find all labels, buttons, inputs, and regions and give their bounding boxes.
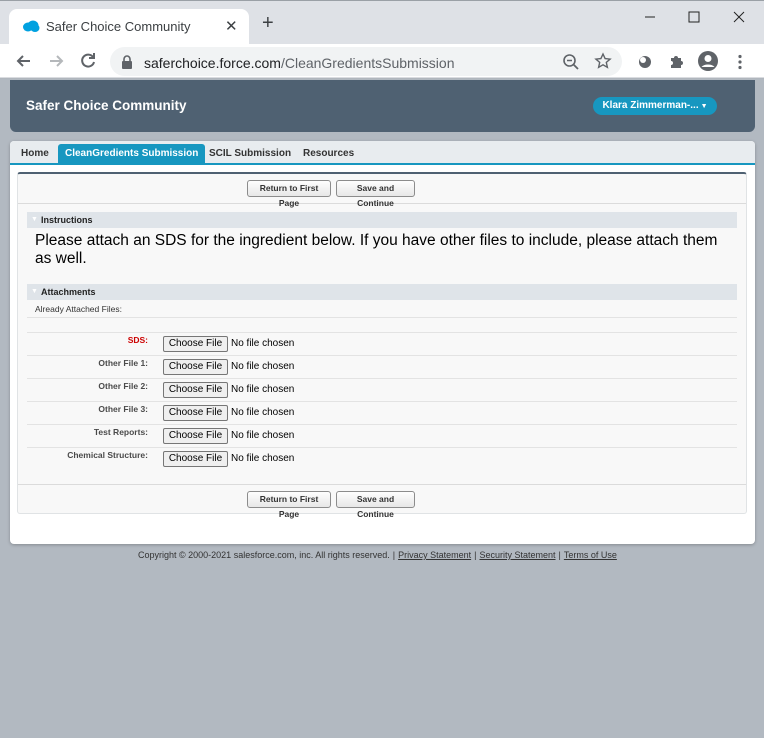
field-label: Chemical Structure: — [67, 450, 148, 460]
tab-home[interactable]: Home — [14, 144, 56, 164]
choose-file-button[interactable]: Choose File — [163, 336, 228, 352]
field-label: Test Reports: — [93, 427, 148, 437]
top-button-row: Return to First Page Save and Continue — [18, 174, 746, 208]
security-statement-link[interactable]: Security Statement — [479, 550, 555, 560]
file-row-other-2: Other File 2: Choose File No file chosen — [27, 379, 737, 402]
divider — [27, 317, 737, 318]
salesforce-cloud-icon — [23, 20, 40, 32]
choose-file-button[interactable]: Choose File — [163, 405, 228, 421]
browser-toolbar: saferchoice.force.com/CleanGredientsSubm… — [0, 44, 764, 78]
file-status: No file chosen — [231, 453, 295, 464]
lock-icon — [122, 55, 132, 69]
extension-circle-icon[interactable] — [635, 52, 655, 72]
browser-tab[interactable]: Safer Choice Community ✕ — [9, 9, 249, 45]
browser-titlebar: Safer Choice Community ✕ + — [0, 0, 764, 45]
save-continue-button[interactable]: Save and Continue — [336, 491, 415, 519]
tab-scil-submission[interactable]: SCIL Submission — [202, 144, 298, 164]
file-status: No file chosen — [231, 338, 295, 349]
tab-title: Safer Choice Community — [46, 19, 191, 34]
copyright-text: Copyright © 2000-2021 salesforce.com, in… — [138, 550, 390, 560]
bottom-button-row: Return to First Page Save and Continue — [18, 484, 746, 519]
reload-icon[interactable] — [78, 51, 98, 71]
web-page: Safer Choice Community Klara Zimmerman-.… — [0, 79, 764, 738]
file-status: No file chosen — [231, 430, 295, 441]
maximize-icon[interactable] — [684, 9, 704, 25]
forward-arrow-icon[interactable] — [46, 51, 66, 71]
file-row-other-3: Other File 3: Choose File No file chosen — [27, 402, 737, 425]
content-card: Home CleanGredients Submission SCIL Subm… — [10, 141, 755, 544]
file-row-test-reports: Test Reports: Choose File No file chosen — [27, 425, 737, 448]
collapse-triangle-icon: ▼ — [31, 216, 38, 223]
collapse-triangle-icon: ▼ — [31, 288, 38, 295]
address-bar[interactable]: saferchoice.force.com/CleanGredientsSubm… — [110, 47, 622, 76]
profile-avatar-icon[interactable] — [697, 50, 719, 72]
chevron-down-icon: ▼ — [700, 103, 708, 110]
return-first-page-button[interactable]: Return to First Page — [247, 180, 331, 208]
terms-of-use-link[interactable]: Terms of Use — [564, 550, 617, 560]
zoom-out-icon[interactable] — [562, 53, 580, 71]
minimize-icon[interactable] — [640, 9, 660, 25]
site-title: Safer Choice Community — [26, 98, 187, 113]
field-label: Other File 3: — [98, 404, 148, 414]
tab-resources[interactable]: Resources — [296, 144, 361, 164]
choose-file-button[interactable]: Choose File — [163, 428, 228, 444]
field-label: Other File 2: — [98, 381, 148, 391]
url-text: saferchoice.force.com/CleanGredientsSubm… — [144, 55, 455, 71]
field-label: SDS: — [127, 335, 148, 345]
return-first-page-button[interactable]: Return to First Page — [247, 491, 331, 519]
file-row-other-1: Other File 1: Choose File No file chosen — [27, 356, 737, 379]
bookmark-star-icon[interactable] — [594, 52, 612, 70]
close-window-icon[interactable] — [729, 9, 749, 25]
instructions-section-header[interactable]: ▼ Instructions — [27, 212, 737, 228]
file-row-chemical-structure: Chemical Structure: Choose File No file … — [27, 448, 737, 471]
new-tab-icon[interactable]: + — [262, 13, 274, 33]
site-header: Safer Choice Community Klara Zimmerman-.… — [10, 80, 755, 132]
attachments-section-header[interactable]: ▼ Attachments — [27, 284, 737, 300]
more-menu-icon[interactable] — [730, 52, 750, 72]
choose-file-button[interactable]: Choose File — [163, 451, 228, 467]
user-menu-button[interactable]: Klara Zimmerman-... ▼ — [593, 97, 717, 115]
extensions-puzzle-icon[interactable] — [666, 52, 686, 72]
field-label: Other File 1: — [98, 358, 148, 368]
page-footer: Copyright © 2000-2021 salesforce.com, in… — [138, 550, 617, 560]
nav-tabbar: Home CleanGredients Submission SCIL Subm… — [10, 141, 755, 165]
save-continue-button[interactable]: Save and Continue — [336, 180, 415, 208]
file-status: No file chosen — [231, 407, 295, 418]
close-tab-icon[interactable]: ✕ — [225, 17, 238, 35]
instructions-text: Please attach an SDS for the ingredient … — [35, 232, 718, 267]
file-row-sds: SDS: Choose File No file chosen — [27, 333, 737, 356]
already-attached-label: Already Attached Files: — [35, 304, 122, 314]
back-arrow-icon[interactable] — [14, 51, 34, 71]
file-status: No file chosen — [231, 384, 295, 395]
file-status: No file chosen — [231, 361, 295, 372]
choose-file-button[interactable]: Choose File — [163, 359, 228, 375]
submission-form-panel: Return to First Page Save and Continue ▼… — [17, 172, 747, 519]
tab-cleangredients-submission[interactable]: CleanGredients Submission — [58, 144, 206, 164]
privacy-statement-link[interactable]: Privacy Statement — [398, 550, 471, 560]
choose-file-button[interactable]: Choose File — [163, 382, 228, 398]
